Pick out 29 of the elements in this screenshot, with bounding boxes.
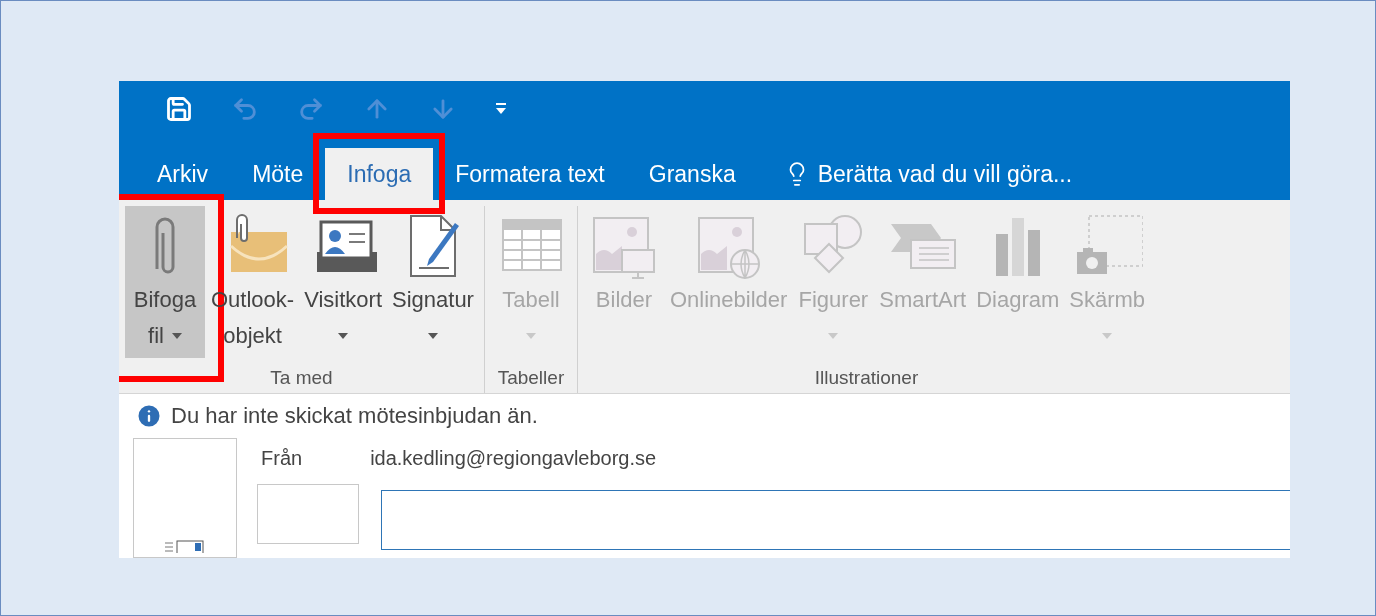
info-message: Du har inte skickat mötesinbjudan än. xyxy=(171,402,538,431)
customize-icon[interactable] xyxy=(495,102,507,116)
send-icon xyxy=(165,539,205,553)
group-label: Tabeller xyxy=(497,366,565,390)
caret-icon xyxy=(828,333,839,339)
ribbon-tab[interactable]: Granska xyxy=(626,148,758,200)
tell-me-field[interactable]: Berätta vad du vill göra... xyxy=(757,148,1099,200)
to-button[interactable] xyxy=(257,484,359,544)
ribbon-button[interactable]: Signatur xyxy=(388,206,478,358)
caret-icon xyxy=(338,333,349,339)
ribbon-button[interactable]: Bifoga fil xyxy=(125,206,205,358)
from-label: Från xyxy=(261,446,303,471)
group-label: Ta med xyxy=(270,366,333,390)
ribbon-tab[interactable]: Infoga xyxy=(325,148,434,200)
save-icon[interactable] xyxy=(165,95,193,123)
tell-me-placeholder: Berätta vad du vill göra... xyxy=(817,159,1073,189)
caret-icon xyxy=(1102,333,1113,339)
paperclip-icon xyxy=(155,217,175,275)
from-address: ida.kedling@regiongavleborg.se xyxy=(370,446,657,471)
caret-icon xyxy=(427,333,438,339)
group-label: Illustrationer xyxy=(814,366,919,390)
caret-icon xyxy=(171,333,182,339)
ribbon-tab[interactable]: Möte xyxy=(230,148,326,200)
ribbon-button[interactable]: Visitkort xyxy=(300,206,386,358)
ribbon-tab[interactable]: Formatera text xyxy=(433,148,627,200)
to-field[interactable] xyxy=(381,490,1290,550)
send-button[interactable] xyxy=(133,438,237,558)
ribbon-tab[interactable]: Arkiv xyxy=(135,148,231,200)
caret-icon xyxy=(525,333,536,339)
